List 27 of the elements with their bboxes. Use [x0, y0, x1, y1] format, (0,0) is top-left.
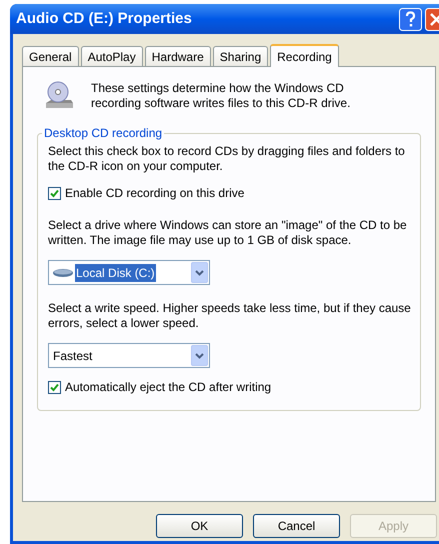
dropdown[interactable]: Local Disk (C:)	[48, 260, 210, 285]
checkbox-label[interactable]: Enable CD recording on this drive	[65, 184, 244, 202]
chevron-down-icon	[195, 270, 204, 276]
window-title: Audio CD (E:) Properties	[16, 8, 192, 29]
group-title: Desktop CD recording	[42, 126, 164, 141]
description-text: Select this check box to record CDs by dragging files and folders to the CD-R icon on your computer.	[48, 144, 406, 174]
chevron-down-icon	[195, 352, 204, 358]
tab[interactable]: Hardware	[144, 46, 211, 66]
checkbox-label[interactable]: Automatically eject the CD after writing	[65, 378, 272, 396]
dialog-button[interactable]: OK	[156, 514, 243, 538]
dropdown-arrow-button[interactable]	[191, 262, 208, 283]
dropdown[interactable]: Fastest	[48, 343, 210, 368]
checkbox[interactable]	[48, 186, 61, 200]
disk-drive-icon	[52, 268, 74, 278]
tab[interactable]: Recording	[270, 44, 339, 67]
dropdown-arrow-button[interactable]	[191, 345, 208, 366]
checkbox[interactable]	[48, 380, 61, 394]
tab[interactable]: AutoPlay	[80, 46, 143, 66]
dropdown-value: Fastest	[52, 348, 94, 364]
tab[interactable]: General	[22, 46, 79, 66]
description-text: Select a write speed. Higher speeds take less time, but if they cause errors, select a lower speed.	[48, 301, 412, 331]
help-icon[interactable]	[399, 8, 422, 30]
tab[interactable]: Sharing	[212, 46, 268, 66]
intro-text: These settings determine how the Windows CD recording software writes files to this CD-R drive.	[91, 81, 352, 111]
description-text: Select a drive where Windows can store an "image" of the CD to be written. The image file may use up to 1 GB of disk space.	[48, 218, 408, 248]
dropdown-value: Local Disk (C:)	[75, 264, 156, 282]
dialog-button[interactable]: Cancel	[253, 514, 340, 538]
